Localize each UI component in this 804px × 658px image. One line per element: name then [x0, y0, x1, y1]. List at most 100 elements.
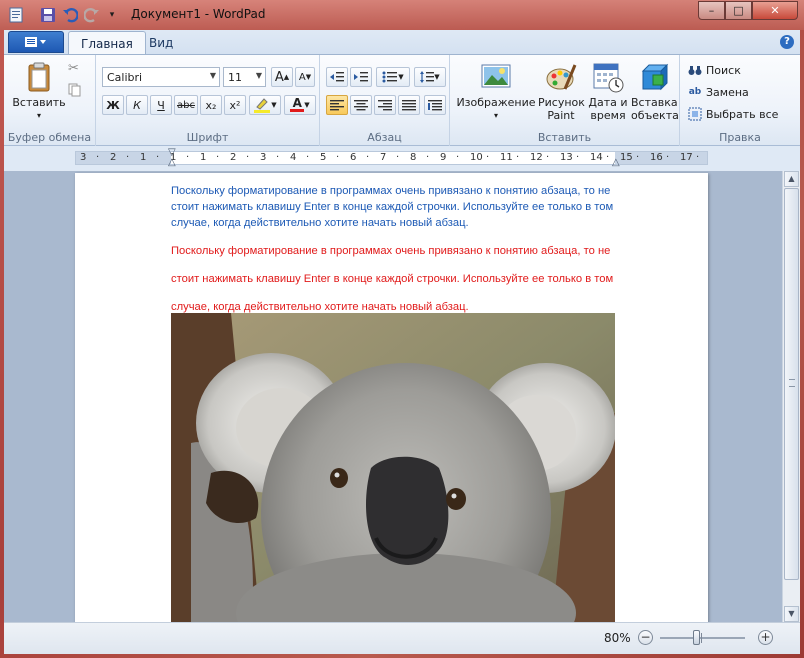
paint-palette-icon — [546, 64, 577, 90]
ruler-tick-dot: · — [576, 152, 580, 163]
replace-icon: ab — [688, 87, 702, 97]
clipboard-group: Вставить ▾ ✂ Буфер обмена — [4, 55, 96, 147]
bullets-button[interactable]: ▼ — [376, 67, 410, 87]
koala-image[interactable] — [171, 313, 615, 622]
document-page[interactable]: Поскольку форматирование в программах оч… — [75, 173, 708, 622]
font-color-icon: A — [292, 96, 302, 110]
redo-icon[interactable] — [84, 7, 100, 23]
decrease-indent-button[interactable] — [326, 67, 348, 87]
ruler-track[interactable]: 3 · 2 · 1 · 1 · 1 · 2 · 3 · 4 · 5 · 6 · 7 · 8 · 9 · 10 · 11 · 12 · 13 · 14… — [75, 147, 708, 168]
vertical-scrollbar[interactable]: ▲ ▼ — [782, 171, 800, 622]
font-group: Calibri ▼ 11 ▼ A ▲ A ▼ Ж К Ч abc x₂ x² ▼ A ▼ … — [96, 55, 320, 147]
insert-picture-button[interactable]: Изображение ▾ — [456, 61, 536, 122]
cut-icon[interactable]: ✂ — [68, 61, 79, 76]
ruler-tick-dot: · — [456, 152, 460, 163]
replace-button[interactable]: ab Замена — [688, 85, 749, 99]
font-color-button[interactable]: A ▼ — [284, 95, 316, 115]
ruler-tick-dot: · — [156, 152, 160, 163]
help-icon[interactable]: ? — [780, 35, 794, 49]
paint-drawing-button[interactable]: Рисунок Paint — [536, 61, 586, 122]
italic-button[interactable]: К — [126, 95, 148, 115]
scroll-down-button[interactable]: ▼ — [784, 606, 799, 622]
font-size-select[interactable]: 11 ▼ — [223, 67, 266, 87]
bullet-list-icon — [382, 71, 398, 83]
underline-button[interactable]: Ч — [150, 95, 172, 115]
ruler-tick-label: 17 — [680, 152, 693, 163]
paragraph-group-label: Абзац — [367, 131, 402, 144]
paste-label: Вставить — [12, 96, 66, 109]
insert-picture-label: Изображение — [456, 96, 536, 109]
ruler-tick-label: 3 — [260, 152, 267, 163]
increase-indent-button[interactable] — [350, 67, 372, 87]
save-icon[interactable] — [40, 7, 56, 23]
ruler-tick-dot: · — [216, 152, 220, 163]
decrease-indent-icon — [330, 72, 344, 82]
scroll-grip-icon — [789, 379, 795, 387]
bold-button[interactable]: Ж — [102, 95, 124, 115]
maximize-button[interactable]: □ — [725, 1, 752, 20]
customize-toolbar-icon[interactable]: ▾ — [104, 7, 120, 23]
ruler-tick-label: 3 — [80, 152, 87, 163]
zoom-level: 80% — [604, 631, 631, 645]
wordpad-window: Главная Вид ? Вставить ▾ ✂ Буфер обмена … — [4, 30, 800, 654]
ruler-tick-dot: · — [96, 152, 100, 163]
ruler-tick-label: 8 — [410, 152, 417, 163]
app-menu-button[interactable] — [8, 31, 64, 53]
wordpad-app-icon[interactable] — [8, 7, 24, 23]
undo-icon[interactable] — [62, 7, 78, 23]
superscript-button[interactable]: x² — [224, 95, 246, 115]
paragraph-settings-button[interactable] — [424, 95, 446, 115]
ruler-tick-dot: · — [126, 152, 130, 163]
ruler-tick-dot: · — [696, 152, 700, 163]
paste-button[interactable]: Вставить ▾ — [12, 61, 66, 122]
select-all-button[interactable]: Выбрать все — [688, 107, 778, 121]
ribbon: Вставить ▾ ✂ Буфер обмена Calibri ▼ 11 ▼ A… — [4, 54, 800, 147]
blue-paragraph[interactable]: Поскольку форматирование в программах оч… — [171, 183, 621, 231]
grow-font-button[interactable]: A ▲ — [271, 67, 293, 87]
tab-view[interactable]: Вид — [137, 31, 185, 54]
ruler-tick-label: 6 — [350, 152, 357, 163]
minimize-button[interactable]: – — [698, 1, 725, 20]
editing-group: Поиск ab Замена Выбрать все Правка — [680, 55, 800, 147]
paragraph-group: ▼ ▼ Абзац — [320, 55, 450, 147]
ruler-tick-dot: · — [396, 152, 400, 163]
red-line-2: стоит нажимать клавишу Enter в конце каж… — [171, 273, 614, 285]
picture-icon — [481, 64, 511, 88]
ruler-tick-label: 11 — [500, 152, 513, 163]
insert-object-button[interactable]: Вставка объекта — [630, 61, 679, 122]
scroll-up-button[interactable]: ▲ — [784, 171, 799, 187]
align-center-button[interactable] — [350, 95, 372, 115]
ruler[interactable]: 3 · 2 · 1 · 1 · 1 · 2 · 3 · 4 · 5 · 6 · 7 · 8 · 9 · 10 · 11 · 12 · 13 · 14… — [4, 146, 800, 171]
status-bar: 80% − + — [4, 622, 800, 654]
blue-line-2: стоит нажимать клавишу Enter в конце каж… — [171, 201, 614, 213]
font-family-select[interactable]: Calibri ▼ — [102, 67, 220, 87]
highlight-color-button[interactable]: ▼ — [249, 95, 281, 115]
line-spacing-button[interactable]: ▼ — [414, 67, 446, 87]
ruler-tick-dot: · — [426, 152, 430, 163]
document-area[interactable]: Поскольку форматирование в программах оч… — [4, 171, 782, 622]
copy-icon[interactable] — [68, 83, 82, 100]
scroll-thumb[interactable] — [784, 188, 799, 580]
zoom-in-button[interactable]: + — [758, 630, 773, 645]
ruler-tick-label: 9 — [440, 152, 447, 163]
find-button[interactable]: Поиск — [688, 63, 741, 77]
align-left-button[interactable] — [326, 95, 348, 115]
select-all-icon — [688, 107, 702, 121]
ruler-tick-label: 5 — [320, 152, 327, 163]
close-button[interactable]: ✕ — [752, 1, 798, 20]
justify-button[interactable] — [398, 95, 420, 115]
left-indent-marker[interactable]: △ — [168, 157, 176, 168]
zoom-slider-track[interactable] — [660, 637, 745, 639]
right-indent-marker[interactable]: △ — [612, 157, 620, 168]
ruler-tick-label: 1 — [200, 152, 207, 163]
zoom-slider-thumb[interactable] — [692, 630, 700, 645]
subscript-button[interactable]: x₂ — [200, 95, 222, 115]
highlighter-icon — [254, 98, 271, 113]
zoom-out-button[interactable]: − — [638, 630, 653, 645]
strikethrough-button[interactable]: abc — [174, 95, 198, 115]
replace-label: Замена — [706, 85, 749, 99]
shrink-font-button[interactable]: A ▼ — [295, 67, 315, 87]
date-time-button[interactable]: Дата и время — [586, 61, 630, 122]
align-right-button[interactable] — [374, 95, 396, 115]
tab-home[interactable]: Главная — [68, 31, 146, 54]
